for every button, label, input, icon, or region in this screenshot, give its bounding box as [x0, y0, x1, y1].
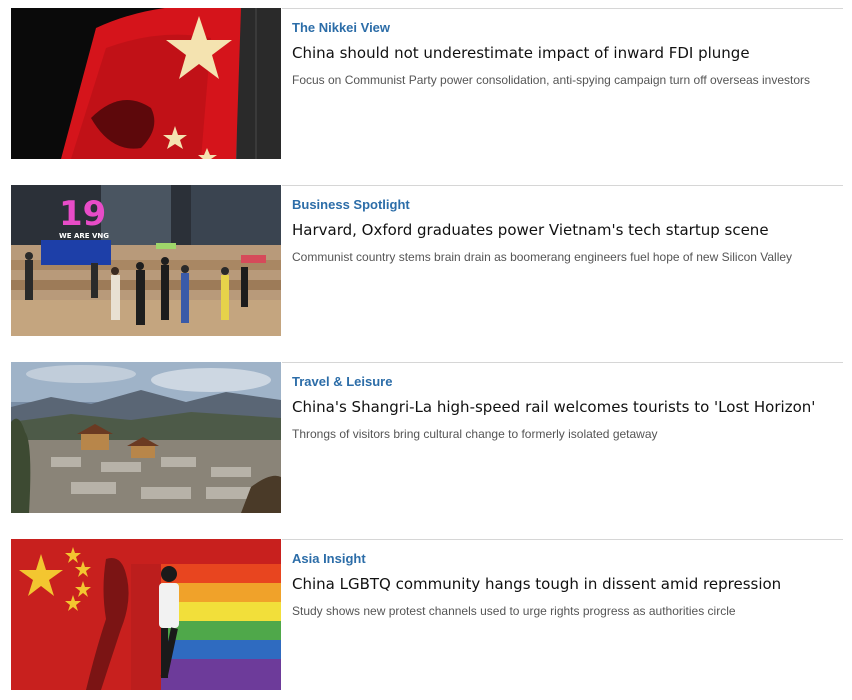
article-thumbnail[interactable]: 19 WE ARE VNG — [11, 185, 281, 336]
article-card: Travel & Leisure China's Shangri-La high… — [11, 362, 843, 513]
article-text: Asia Insight China LGBTQ community hangs… — [292, 551, 833, 619]
image-sign-banner: WE ARE VNG — [59, 232, 109, 240]
article-summary: Throngs of visitors bring cultural chang… — [292, 427, 658, 441]
article-thumbnail[interactable] — [11, 8, 281, 159]
section-link[interactable]: The Nikkei View — [292, 20, 833, 35]
startup-office-image: 19 WE ARE VNG — [11, 185, 281, 336]
headline-link[interactable]: Harvard, Oxford graduates power Vietnam'… — [292, 221, 833, 239]
section-link[interactable]: Business Spotlight — [292, 197, 833, 212]
article-summary: Study shows new protest channels used to… — [292, 604, 736, 618]
article-card: Asia Insight China LGBTQ community hangs… — [11, 539, 843, 690]
divider — [282, 539, 843, 540]
chinese-flag-shadow-image — [11, 8, 281, 159]
article-summary: Communist country stems brain drain as b… — [292, 250, 793, 264]
article-thumbnail[interactable] — [11, 539, 281, 690]
article-text: Travel & Leisure China's Shangri-La high… — [292, 374, 833, 442]
rainbow-flag-illustration — [11, 539, 281, 690]
article-card: 19 WE ARE VNG Business Spotlight Harvard… — [11, 185, 843, 336]
divider — [282, 185, 843, 186]
shangri-la-town-image — [11, 362, 281, 513]
article-summary: Focus on Communist Party power consolida… — [292, 73, 811, 87]
headline-link[interactable]: China LGBTQ community hangs tough in dis… — [292, 575, 833, 593]
article-text: The Nikkei View China should not underes… — [292, 20, 833, 88]
article-text: Business Spotlight Harvard, Oxford gradu… — [292, 197, 833, 265]
divider — [282, 8, 843, 9]
section-link[interactable]: Asia Insight — [292, 551, 833, 566]
section-link[interactable]: Travel & Leisure — [292, 374, 833, 389]
article-thumbnail[interactable] — [11, 362, 281, 513]
article-card: The Nikkei View China should not underes… — [11, 8, 843, 159]
image-sign-number: 19 — [59, 194, 106, 234]
headline-link[interactable]: China's Shangri-La high-speed rail welco… — [292, 398, 833, 416]
divider — [282, 362, 843, 363]
headline-link[interactable]: China should not underestimate impact of… — [292, 44, 833, 62]
